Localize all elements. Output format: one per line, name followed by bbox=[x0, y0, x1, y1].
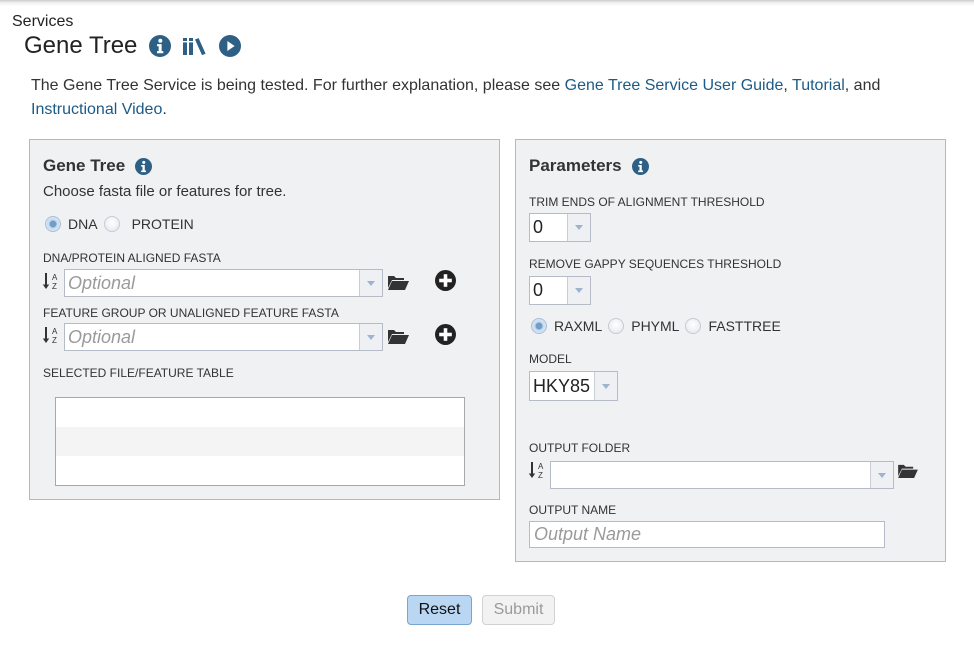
breadcrumb[interactable]: Services bbox=[12, 13, 73, 31]
fasttree-radio[interactable] bbox=[685, 318, 702, 334]
reset-button[interactable]: Reset bbox=[407, 595, 472, 625]
dropdown-arrow-icon[interactable] bbox=[594, 372, 617, 400]
instructional-video-link[interactable]: Instructional Video bbox=[31, 101, 162, 118]
svg-text:A: A bbox=[52, 273, 58, 282]
program-radio-group: RAXML PHYML FASTTREE bbox=[531, 318, 787, 334]
tutorial-link[interactable]: Tutorial bbox=[792, 77, 845, 94]
folder-open-icon[interactable] bbox=[898, 463, 918, 478]
info-icon[interactable] bbox=[135, 157, 153, 175]
unaligned-fasta-select[interactable]: Optional bbox=[64, 323, 383, 351]
books-icon[interactable] bbox=[182, 35, 208, 57]
intro-separator: , and bbox=[844, 77, 881, 94]
page-header: Gene Tree bbox=[24, 32, 252, 60]
output-name-input[interactable] bbox=[529, 521, 885, 548]
dna-radio[interactable] bbox=[45, 216, 61, 232]
output-folder-label: OUTPUT FOLDER bbox=[529, 441, 631, 455]
table-row bbox=[56, 398, 464, 427]
folder-open-icon[interactable] bbox=[388, 328, 409, 344]
submit-button[interactable]: Submit bbox=[482, 595, 555, 625]
info-icon[interactable] bbox=[149, 35, 172, 57]
protein-radio[interactable] bbox=[103, 216, 120, 232]
intro-separator: , bbox=[783, 77, 793, 94]
intro-end: . bbox=[162, 101, 167, 118]
gappy-threshold-select[interactable]: 0 bbox=[529, 276, 591, 305]
add-plus-icon[interactable] bbox=[435, 270, 456, 291]
aligned-fasta-select[interactable]: Optional bbox=[64, 269, 383, 297]
page-title: Gene Tree bbox=[24, 32, 138, 59]
aligned-fasta-placeholder[interactable]: Optional bbox=[65, 273, 359, 294]
raxml-radio[interactable] bbox=[531, 318, 547, 334]
dropdown-arrow-icon[interactable] bbox=[870, 462, 893, 488]
aligned-fasta-label: DNA/PROTEIN ALIGNED FASTA bbox=[43, 251, 221, 265]
unaligned-fasta-placeholder[interactable]: Optional bbox=[65, 327, 359, 348]
selected-table-label: SELECTED FILE/FEATURE TABLE bbox=[43, 366, 234, 380]
svg-text:A: A bbox=[538, 462, 544, 471]
trim-threshold-label: TRIM ENDS OF ALIGNMENT THRESHOLD bbox=[529, 195, 765, 209]
panel-title-text: Gene Tree bbox=[43, 156, 126, 175]
gene-tree-panel-title: Gene Tree bbox=[43, 156, 153, 176]
fasttree-radio-label[interactable]: FASTTREE bbox=[708, 318, 780, 334]
play-icon[interactable] bbox=[219, 35, 242, 57]
dropdown-arrow-icon[interactable] bbox=[359, 270, 382, 296]
sort-alpha-icon[interactable]: AZ bbox=[42, 325, 60, 347]
raxml-radio-label[interactable]: RAXML bbox=[554, 318, 602, 334]
svg-text:Z: Z bbox=[538, 471, 543, 480]
parameters-panel-title: Parameters bbox=[529, 156, 649, 176]
table-row bbox=[56, 456, 464, 485]
output-name-label: OUTPUT NAME bbox=[529, 503, 617, 517]
trim-threshold-select[interactable]: 0 bbox=[529, 213, 591, 242]
svg-text:Z: Z bbox=[52, 282, 57, 291]
gappy-threshold-label: REMOVE GAPPY SEQUENCES THRESHOLD bbox=[529, 257, 782, 271]
dna-radio-label[interactable]: DNA bbox=[68, 216, 98, 232]
svg-text:A: A bbox=[52, 327, 58, 336]
model-label: MODEL bbox=[529, 352, 572, 366]
gappy-threshold-value[interactable]: 0 bbox=[530, 280, 567, 301]
top-shadow bbox=[0, 0, 974, 6]
selected-file-feature-table[interactable] bbox=[55, 397, 465, 486]
table-row bbox=[56, 427, 464, 456]
info-icon[interactable] bbox=[631, 157, 649, 175]
svg-text:Z: Z bbox=[52, 336, 57, 345]
dropdown-arrow-icon[interactable] bbox=[567, 214, 590, 241]
panel-title-text: Parameters bbox=[529, 156, 622, 175]
output-folder-select[interactable] bbox=[550, 461, 894, 489]
trim-threshold-value[interactable]: 0 bbox=[530, 217, 567, 238]
intro-text-part: The Gene Tree Service is being tested. F… bbox=[31, 77, 565, 94]
dropdown-arrow-icon[interactable] bbox=[359, 324, 382, 350]
dropdown-arrow-icon[interactable] bbox=[567, 277, 590, 304]
intro-text: The Gene Tree Service is being tested. F… bbox=[31, 74, 951, 122]
phyml-radio[interactable] bbox=[608, 318, 625, 334]
unaligned-fasta-label: FEATURE GROUP OR UNALIGNED FEATURE FASTA bbox=[43, 306, 339, 320]
model-select[interactable]: HKY85 bbox=[529, 371, 618, 401]
phyml-radio-label[interactable]: PHYML bbox=[631, 318, 679, 334]
sequence-type-radio-group: DNA PROTEIN bbox=[45, 216, 200, 232]
user-guide-link[interactable]: Gene Tree Service User Guide bbox=[565, 77, 784, 94]
panel-subtitle: Choose fasta file or features for tree. bbox=[43, 183, 287, 200]
add-plus-icon[interactable] bbox=[435, 324, 456, 345]
sort-alpha-icon[interactable]: AZ bbox=[42, 271, 60, 293]
model-value[interactable]: HKY85 bbox=[530, 376, 594, 397]
sort-alpha-icon[interactable]: AZ bbox=[528, 460, 546, 482]
folder-open-icon[interactable] bbox=[388, 274, 409, 290]
protein-radio-label[interactable]: PROTEIN bbox=[132, 216, 194, 232]
